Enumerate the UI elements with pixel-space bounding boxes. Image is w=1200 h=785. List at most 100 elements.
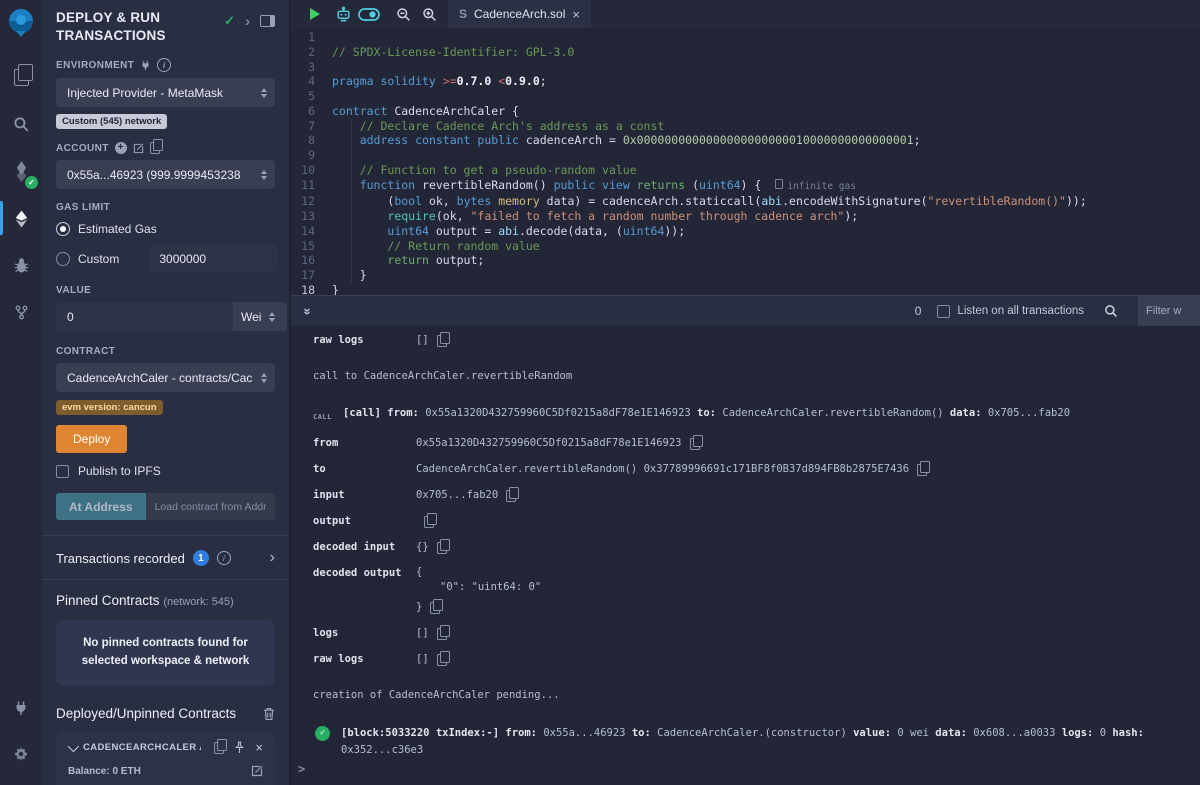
copy-icon[interactable] <box>437 654 447 666</box>
custom-gas-radio[interactable] <box>56 252 70 266</box>
terminal-row[interactable]: ✓[block:5033220 txIndex:-] from: 0x55a..… <box>313 725 1200 759</box>
caret-updown-icon <box>261 373 267 383</box>
copy-icon[interactable] <box>437 628 447 640</box>
value-unit-select[interactable]: Wei <box>233 302 287 331</box>
at-address-button[interactable]: At Address <box>56 493 146 520</box>
contract-select[interactable]: CadenceArchCaler - contracts/Cac <box>56 363 275 392</box>
rail-top-group: ✓ <box>0 50 42 332</box>
add-account-icon[interactable]: + <box>115 142 127 154</box>
pin-icon[interactable] <box>234 741 245 754</box>
edit-account-icon[interactable] <box>133 143 144 154</box>
terminal-row-label: raw logs <box>313 332 416 349</box>
publish-ipfs-checkbox[interactable] <box>56 465 69 478</box>
plugin-manager-icon[interactable] <box>0 688 42 728</box>
terminal-row-label: logs <box>313 625 416 642</box>
deploy-button[interactable]: Deploy <box>56 425 127 453</box>
copy-icon[interactable] <box>437 335 447 347</box>
deploy-run-icon[interactable] <box>0 198 42 238</box>
code-line: 1 <box>291 30 1200 45</box>
balance-label: Balance: 0 ETH <box>68 766 141 777</box>
pinned-contracts-title: Pinned Contracts (network: 545) <box>56 593 275 608</box>
value-unit: Wei <box>241 310 261 324</box>
environment-select[interactable]: Injected Provider - MetaMask <box>56 78 275 107</box>
trash-icon[interactable] <box>263 707 275 721</box>
terminal-row[interactable]: output <box>313 513 1200 530</box>
value-input[interactable] <box>56 302 233 331</box>
debugger-icon[interactable] <box>0 245 42 285</box>
gas-limit-label: GAS LIMIT <box>56 202 110 213</box>
ai-assistant-icon[interactable] <box>332 3 354 25</box>
custom-gas-input[interactable] <box>149 245 277 272</box>
git-icon[interactable] <box>0 292 42 332</box>
plug-icon[interactable] <box>140 60 151 71</box>
chevron-right-icon[interactable]: › <box>245 14 250 29</box>
terminal-row[interactable]: raw logs[] <box>313 332 1200 349</box>
code-line: 3 <box>291 60 1200 75</box>
info-icon[interactable]: i <box>217 551 231 565</box>
filter-transactions-input[interactable] <box>1138 296 1200 326</box>
search-icon[interactable] <box>0 104 42 144</box>
close-tab-icon[interactable]: × <box>572 8 580 21</box>
copy-icon[interactable] <box>917 464 927 476</box>
publish-ipfs-label: Publish to IPFS <box>78 464 161 478</box>
edit-balance-icon[interactable] <box>251 765 263 777</box>
run-script-icon[interactable] <box>304 3 326 25</box>
code-editor[interactable]: 12// SPDX-License-Identifier: GPL-3.034p… <box>291 28 1200 297</box>
network-badge: Custom (545) network <box>56 114 167 129</box>
deployed-contract-card: CADENCEARCHCALER AT 0X × Balance: 0 ETH <box>56 731 275 785</box>
terminal-row[interactable]: toCadenceArchCaler.revertibleRandom() 0x… <box>313 461 1200 478</box>
transactions-recorded-label: Transactions recorded <box>56 551 185 566</box>
at-address-input[interactable] <box>146 493 275 520</box>
info-icon[interactable]: i <box>157 58 171 72</box>
copy-icon[interactable] <box>424 516 434 528</box>
zoom-in-icon[interactable] <box>418 3 440 25</box>
terminal-row[interactable]: raw logs[] <box>313 651 1200 668</box>
solidity-file-icon: S <box>459 7 467 21</box>
remix-logo-icon[interactable] <box>4 6 38 40</box>
terminal-row[interactable]: logs[] <box>313 625 1200 642</box>
terminal-row[interactable]: call to CadenceArchCaler.revertibleRando… <box>313 368 1200 385</box>
zoom-out-icon[interactable] <box>392 3 414 25</box>
terminal-row[interactable]: from0x55a1320D432759960C5Df0215a8dF78e1E… <box>313 435 1200 452</box>
collapse-terminal-icon[interactable]: « <box>299 304 314 318</box>
code-line: 13 require(ok, "failed to fetch a random… <box>291 209 1200 224</box>
caret-updown-icon <box>261 88 267 98</box>
line-number: 6 <box>291 104 315 119</box>
line-number: 8 <box>291 133 315 148</box>
search-transactions-icon[interactable] <box>1100 300 1122 322</box>
copy-icon[interactable] <box>690 438 700 450</box>
tab-cadencearch-sol[interactable]: S CadenceArch.sol × <box>448 0 591 28</box>
pin-panel-icon[interactable] <box>260 15 275 27</box>
listen-count: 0 <box>915 304 922 318</box>
copy-icon[interactable] <box>430 602 440 614</box>
tab-label: CadenceArch.sol <box>474 7 565 21</box>
terminal-prompt[interactable]: > <box>298 762 305 776</box>
terminal-row[interactable]: creation of CadenceArchCaler pending... <box>313 687 1200 704</box>
solidity-compiler-icon[interactable]: ✓ <box>0 151 42 191</box>
copy-address-icon[interactable] <box>214 742 224 754</box>
terminal-row[interactable]: input0x705...fab20 <box>313 487 1200 504</box>
terminal-header: « 0 Listen on all transactions <box>291 295 1200 326</box>
account-select[interactable]: 0x55a...46923 (999.9999453238 <box>56 160 275 189</box>
terminal-row[interactable]: decoded output{"0": "uint64: 0"} <box>313 565 1200 616</box>
listen-all-label: Listen on all transactions <box>957 305 1084 317</box>
panel-title: DEPLOY & RUN TRANSACTIONS <box>56 9 206 45</box>
code-line: 5 <box>291 89 1200 104</box>
listen-all-checkbox[interactable] <box>937 305 950 318</box>
copy-account-icon[interactable] <box>150 142 160 154</box>
copy-icon[interactable] <box>506 490 516 502</box>
estimated-gas-radio[interactable] <box>56 222 70 236</box>
terminal-row[interactable]: CALL[call] from: 0x55a1320D432759960C5Df… <box>313 405 1200 426</box>
line-number: 5 <box>291 89 315 104</box>
terminal-row[interactable]: decoded input{} <box>313 539 1200 556</box>
code-line: 10 // Function to get a pseudo-random va… <box>291 163 1200 178</box>
chevron-right-icon[interactable]: › <box>270 549 275 567</box>
copy-icon[interactable] <box>437 542 447 554</box>
toggle-switch-icon[interactable] <box>358 3 380 25</box>
caret-updown-icon <box>269 312 277 322</box>
chevron-down-icon[interactable] <box>68 740 79 751</box>
close-icon[interactable]: × <box>255 741 263 754</box>
file-explorer-icon[interactable] <box>0 57 42 97</box>
settings-gear-icon[interactable] <box>0 735 42 775</box>
deployed-contract-name: CADENCEARCHCALER AT 0X <box>83 742 201 753</box>
